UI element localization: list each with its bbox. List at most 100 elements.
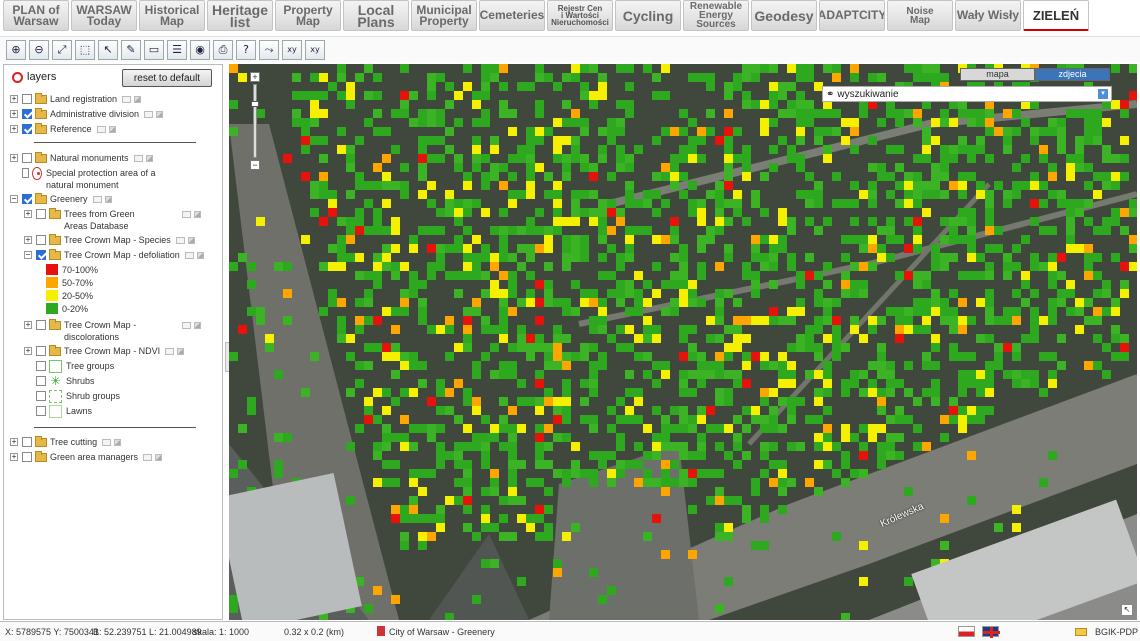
layer-reference[interactable]: + Reference — [10, 123, 116, 135]
legend-icon[interactable]: ☰ — [167, 39, 187, 60]
layer-greenery[interactable]: − Greenery — [10, 193, 112, 205]
legend-toggle-icon[interactable] — [155, 454, 163, 461]
layer-lawns[interactable]: Lawns — [36, 405, 92, 418]
zoom-slider-handle[interactable] — [251, 101, 259, 107]
layer-tree-groups[interactable]: Tree groups — [36, 360, 114, 373]
map-type-map-button[interactable]: mapa — [960, 68, 1035, 81]
layer-tree-cutting[interactable]: + Tree cutting — [10, 436, 122, 448]
zoom-window-icon[interactable]: ⬚ — [75, 39, 95, 60]
select-pointer-icon[interactable]: ↖ — [98, 39, 118, 60]
layer-checkbox[interactable] — [22, 168, 30, 178]
reset-to-default-button[interactable]: reset to default — [122, 69, 212, 87]
trace-icon[interactable]: ⤳ — [259, 39, 279, 60]
opacity-icon[interactable] — [182, 322, 191, 329]
layer-checkbox[interactable] — [36, 406, 46, 416]
zoom-in-button[interactable]: + — [250, 72, 260, 82]
opacity-icon[interactable] — [165, 348, 175, 355]
module-tab-2[interactable]: Historical Map — [139, 0, 205, 31]
layer-checkbox[interactable] — [36, 361, 46, 371]
expand-icon[interactable]: + — [10, 95, 18, 103]
expand-icon[interactable]: + — [10, 125, 18, 133]
search-toggle-icon[interactable]: ▾ — [1098, 89, 1108, 99]
layer-checkbox[interactable] — [36, 391, 46, 401]
legend-toggle-icon[interactable] — [196, 252, 204, 259]
module-tab-5[interactable]: Local Plans — [343, 0, 409, 31]
layer-shrub-groups[interactable]: Shrub groups — [36, 390, 120, 403]
layer-checkbox[interactable] — [22, 109, 32, 119]
module-tab-8[interactable]: Rejestr Cen i Wartości Nieruchomości — [547, 0, 613, 31]
layer-natural-monuments[interactable]: + Natural monuments — [10, 152, 153, 164]
layer-checkbox[interactable] — [36, 209, 46, 219]
module-tab-6[interactable]: Municipal Property — [411, 0, 477, 31]
zoom-in-icon[interactable]: ⊕ — [6, 39, 26, 60]
module-tab-0[interactable]: PLAN of Warsaw — [3, 0, 69, 31]
module-tab-1[interactable]: WARSAW Today — [71, 0, 137, 31]
layer-checkbox[interactable] — [22, 194, 32, 204]
layer-tree-crown-species[interactable]: + Tree Crown Map - Species — [24, 234, 195, 246]
module-tab-10[interactable]: Renewable Energy Sources — [683, 0, 749, 31]
zoom-out-button[interactable]: − — [250, 160, 260, 170]
module-tab-3[interactable]: Heritage list — [207, 0, 273, 31]
measure-icon[interactable]: ▭ — [144, 39, 164, 60]
opacity-icon[interactable] — [144, 111, 154, 118]
expand-icon[interactable]: + — [10, 438, 18, 446]
expand-icon[interactable]: + — [24, 321, 32, 329]
layer-special-protection-area[interactable]: Special protection area of a natural mon… — [22, 167, 172, 191]
overview-map-toggle-icon[interactable]: ↖ — [1121, 604, 1133, 616]
search-box[interactable]: ⚭ wyszukiwanie ▾ — [822, 86, 1112, 102]
opacity-icon[interactable] — [102, 439, 112, 446]
coordinate-xy-icon[interactable]: xy — [282, 39, 302, 60]
module-tab-13[interactable]: Noise Map — [887, 0, 953, 31]
layer-land-registration[interactable]: + Land registration — [10, 93, 142, 105]
expand-icon[interactable]: + — [24, 347, 32, 355]
layer-checkbox[interactable] — [22, 94, 32, 104]
opacity-icon[interactable] — [175, 237, 185, 244]
module-tab-12[interactable]: ADAPTCITY — [819, 0, 885, 31]
coordinate-xy-transform-icon[interactable]: xy — [305, 39, 325, 60]
legend-toggle-icon[interactable] — [177, 348, 185, 355]
module-tab-15[interactable]: ZIELEŃ — [1023, 0, 1089, 31]
layer-checkbox[interactable] — [36, 235, 46, 245]
collapse-icon[interactable]: − — [24, 251, 32, 259]
print-icon[interactable]: ⎙ — [213, 39, 233, 60]
zoom-slider[interactable] — [251, 84, 259, 158]
expand-icon[interactable]: + — [10, 453, 18, 461]
module-tab-9[interactable]: Cycling — [615, 0, 681, 31]
module-tab-11[interactable]: Geodesy — [751, 0, 817, 31]
layer-checkbox[interactable] — [22, 437, 32, 447]
layer-tree-crown-ndvi[interactable]: + Tree Crown Map - NDVI — [24, 345, 185, 357]
legend-toggle-icon[interactable] — [145, 155, 153, 162]
map-view[interactable]: + − mapa zdjecia ⚭ wyszukiwanie ▾ Królew… — [229, 64, 1137, 620]
identify-icon[interactable]: ✎ — [121, 39, 141, 60]
layer-checkbox[interactable] — [22, 124, 32, 134]
legend-toggle-icon[interactable] — [108, 126, 116, 133]
expand-icon[interactable]: + — [10, 154, 18, 162]
legend-toggle-icon[interactable] — [194, 322, 201, 329]
opacity-icon[interactable] — [122, 96, 132, 103]
legend-toggle-icon[interactable] — [114, 439, 122, 446]
layer-checkbox[interactable] — [22, 452, 32, 462]
globe-icon[interactable]: ◉ — [190, 39, 210, 60]
expand-icon[interactable]: + — [24, 236, 32, 244]
module-tab-4[interactable]: Property Map — [275, 0, 341, 31]
opacity-icon[interactable] — [133, 155, 143, 162]
layer-tree-crown-discolorations[interactable]: + Tree Crown Map - discolorations — [24, 319, 220, 343]
opacity-icon[interactable] — [143, 454, 153, 461]
legend-toggle-icon[interactable] — [194, 211, 201, 218]
opacity-icon[interactable] — [182, 211, 191, 218]
legend-toggle-icon[interactable] — [134, 96, 142, 103]
help-icon[interactable]: ? — [236, 39, 256, 60]
legend-toggle-icon[interactable] — [104, 196, 112, 203]
expand-icon[interactable]: + — [10, 110, 18, 118]
layer-checkbox[interactable] — [36, 376, 46, 386]
legend-toggle-icon[interactable] — [156, 111, 164, 118]
mail-icon[interactable] — [1075, 628, 1087, 636]
layer-checkbox[interactable] — [22, 153, 32, 163]
layer-checkbox[interactable] — [36, 346, 46, 356]
polish-flag-icon[interactable] — [958, 626, 975, 637]
layer-shrubs[interactable]: ✳ Shrubs — [36, 375, 95, 388]
layer-checkbox[interactable] — [36, 250, 46, 260]
layer-green-area-managers[interactable]: + Green area managers — [10, 451, 163, 463]
layer-administrative-division[interactable]: + Administrative division — [10, 108, 164, 120]
opacity-icon[interactable] — [184, 252, 194, 259]
